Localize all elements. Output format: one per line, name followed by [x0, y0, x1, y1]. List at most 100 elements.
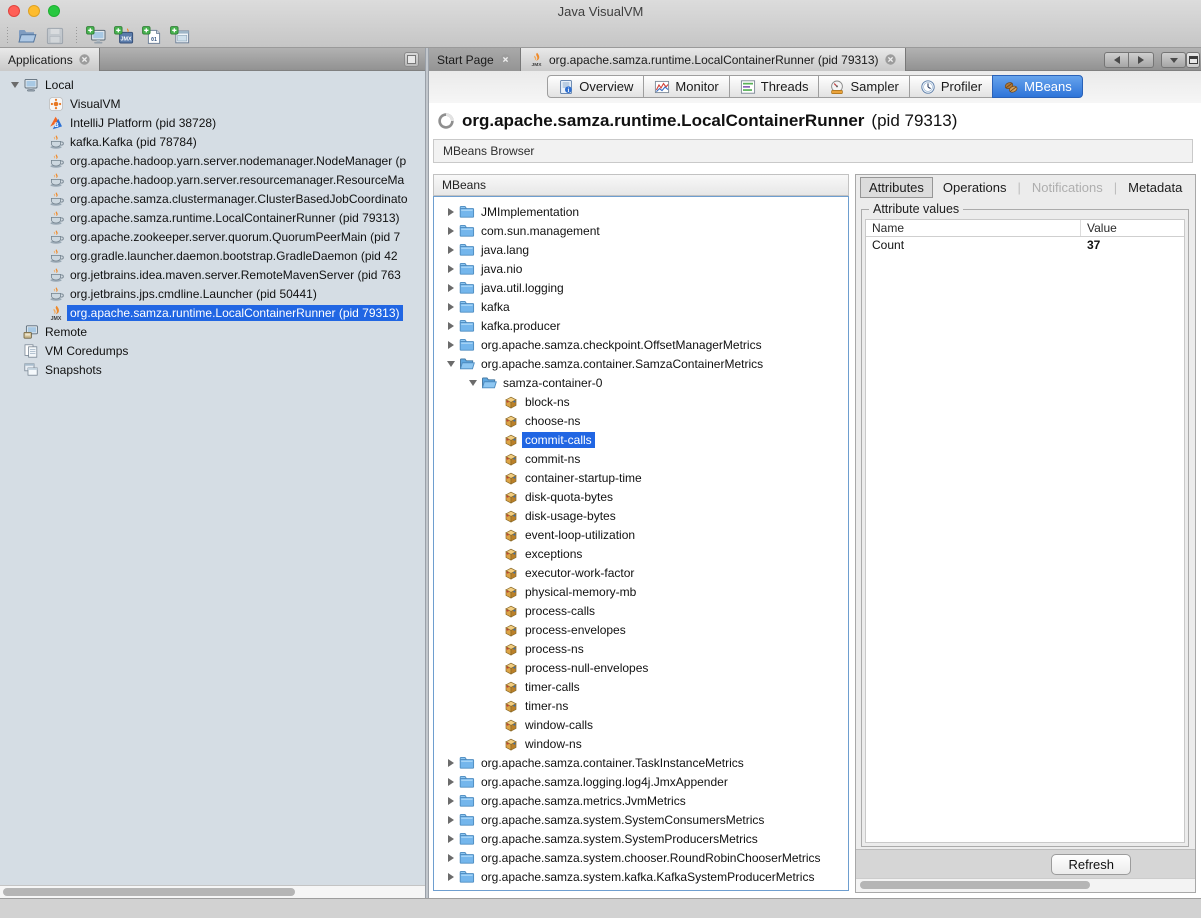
mbeans-tree-item[interactable]: container-startup-time [434, 468, 848, 487]
mbeans-tree-item[interactable]: window-ns [434, 734, 848, 753]
mbeans-tree-item[interactable]: physical-memory-mb [434, 582, 848, 601]
application-tree-item[interactable]: org.jetbrains.idea.maven.server.RemoteMa… [0, 265, 425, 284]
application-tree-item[interactable]: kafka.Kafka (pid 78784) [0, 132, 425, 151]
application-tree-item[interactable]: org.apache.samza.clustermanager.ClusterB… [0, 189, 425, 208]
mbeans-tree-item[interactable]: executor-work-factor [434, 563, 848, 582]
scrollbar-thumb[interactable] [3, 888, 295, 896]
tree-expander-icon[interactable] [442, 222, 459, 239]
tree-expander-icon[interactable] [442, 260, 459, 277]
application-tree-item[interactable]: Remote [0, 322, 425, 341]
tree-expander-icon[interactable] [6, 76, 23, 93]
tree-expander-icon[interactable] [442, 792, 459, 809]
add-snapshot-button[interactable] [166, 25, 194, 47]
mbeans-tree-item[interactable]: commit-ns [434, 449, 848, 468]
mbeans-tree-item[interactable]: timer-ns [434, 696, 848, 715]
application-tree-item[interactable]: org.apache.zookeeper.server.quorum.Quoru… [0, 227, 425, 246]
mbeans-tree-item[interactable]: process-null-envelopes [434, 658, 848, 677]
mbeans-tree-item[interactable]: process-envelopes [434, 620, 848, 639]
close-icon[interactable] [884, 53, 897, 66]
tree-expander-icon[interactable] [442, 298, 459, 315]
mbeans-tree-item[interactable]: disk-usage-bytes [434, 506, 848, 525]
details-horizontal-scrollbar[interactable] [856, 878, 1195, 892]
add-remote-host-button[interactable] [82, 25, 110, 47]
mbeans-tree-item[interactable]: kafka [434, 297, 848, 316]
details-tab-operations[interactable]: Operations [935, 178, 1015, 197]
tab-local-container-runner[interactable]: JMX org.apache.samza.runtime.LocalContai… [521, 48, 906, 71]
mbeans-tree-item[interactable]: org.apache.samza.system.SystemConsumersM… [434, 810, 848, 829]
view-tab-threads[interactable]: Threads [729, 75, 820, 98]
mbeans-tree-item[interactable]: org.apache.samza.container.TaskInstanceM… [434, 753, 848, 772]
save-button[interactable] [41, 25, 69, 47]
application-tree-item[interactable]: org.apache.hadoop.yarn.server.resourcema… [0, 170, 425, 189]
close-icon[interactable] [78, 53, 91, 66]
tree-expander-icon[interactable] [442, 241, 459, 258]
mbeans-tree-item[interactable]: disk-quota-bytes [434, 487, 848, 506]
mbeans-tree-item[interactable]: org.apache.samza.metrics.JvmMetrics [434, 791, 848, 810]
mbeans-tree-item[interactable]: window-calls [434, 715, 848, 734]
minimize-panel-button[interactable] [404, 52, 419, 67]
mbeans-tree-item[interactable]: org.apache.samza.container.SamzaContaine… [434, 354, 848, 373]
add-vm-coredump-button[interactable]: 01 [138, 25, 166, 47]
tree-expander-icon[interactable] [442, 868, 459, 885]
mbeans-tree-item[interactable]: commit-calls [434, 430, 848, 449]
tree-expander-icon[interactable] [442, 830, 459, 847]
tree-expander-icon[interactable] [442, 336, 459, 353]
load-snapshot-button[interactable] [13, 25, 41, 47]
mbeans-tree-item[interactable]: process-ns [434, 639, 848, 658]
mbeans-tree-item[interactable]: com.sun.management [434, 221, 848, 240]
view-tab-profiler[interactable]: Profiler [909, 75, 993, 98]
attribute-row[interactable]: Count37 [866, 237, 1184, 254]
mbeans-tree-item[interactable]: block-ns [434, 392, 848, 411]
mbeans-tree-item[interactable]: org.apache.samza.system.kafka.KafkaSyste… [434, 867, 848, 886]
add-jmx-connection-button[interactable]: JMX [110, 25, 138, 47]
application-tree-item[interactable]: JMXorg.apache.samza.runtime.LocalContain… [0, 303, 425, 322]
scroll-tabs-left-button[interactable] [1104, 52, 1129, 68]
tree-expander-icon[interactable] [442, 203, 459, 220]
details-tab-metadata[interactable]: Metadata [1120, 178, 1190, 197]
tree-expander-icon[interactable] [442, 355, 459, 372]
mbeans-tree-item[interactable]: event-loop-utilization [434, 525, 848, 544]
scrollbar-thumb[interactable] [860, 881, 1090, 889]
view-tab-sampler[interactable]: Sampler [818, 75, 909, 98]
mbeans-tree-item[interactable]: org.apache.samza.checkpoint.OffsetManage… [434, 335, 848, 354]
view-tab-mbeans[interactable]: MBeans [992, 75, 1083, 98]
mbeans-tree-item[interactable]: exceptions [434, 544, 848, 563]
maximize-view-button[interactable] [1186, 52, 1200, 68]
mbeans-tree-item[interactable]: samza-container-0 [434, 373, 848, 392]
tree-expander-icon[interactable] [442, 279, 459, 296]
mbeans-tree-item[interactable]: process-calls [434, 601, 848, 620]
mbeans-tree-item[interactable]: choose-ns [434, 411, 848, 430]
application-tree-item[interactable]: Snapshots [0, 360, 425, 379]
application-tree-item[interactable]: VM Coredumps [0, 341, 425, 360]
application-tree-item[interactable]: VisualVM [0, 94, 425, 113]
application-tree-item[interactable]: org.apache.hadoop.yarn.server.nodemanage… [0, 151, 425, 170]
tree-expander-icon[interactable] [442, 317, 459, 334]
application-tree-item[interactable]: BIntelliJ Platform (pid 38728) [0, 113, 425, 132]
mbeans-tree-item[interactable]: java.util.logging [434, 278, 848, 297]
mbeans-tree-item[interactable]: kafka.producer [434, 316, 848, 335]
view-tab-monitor[interactable]: Monitor [643, 75, 729, 98]
application-tree-item[interactable]: org.apache.samza.runtime.LocalContainerR… [0, 208, 425, 227]
mbeans-tree-item[interactable]: org.apache.samza.system.chooser.RoundRob… [434, 848, 848, 867]
mbeans-tree-item[interactable]: java.lang [434, 240, 848, 259]
tree-expander-icon[interactable] [464, 374, 481, 391]
scroll-tabs-right-button[interactable] [1129, 52, 1154, 68]
mbeans-tree-item[interactable]: timer-calls [434, 677, 848, 696]
applications-horizontal-scrollbar[interactable] [0, 885, 425, 898]
details-tab-attributes[interactable]: Attributes [860, 177, 933, 198]
application-tree-item[interactable]: org.gradle.launcher.daemon.bootstrap.Gra… [0, 246, 425, 265]
tab-start-page[interactable]: Start Page [428, 48, 521, 71]
tree-expander-icon[interactable] [442, 773, 459, 790]
view-tab-overview[interactable]: iOverview [547, 75, 644, 98]
mbeans-tree-item[interactable]: org.apache.samza.logging.log4j.JmxAppend… [434, 772, 848, 791]
mbeans-tree-item[interactable]: java.nio [434, 259, 848, 278]
tab-list-button[interactable] [1161, 52, 1186, 68]
refresh-button[interactable]: Refresh [1051, 854, 1131, 875]
close-icon[interactable] [499, 53, 512, 66]
application-tree-item[interactable]: Local [0, 75, 425, 94]
tab-applications[interactable]: Applications [0, 48, 100, 71]
tree-expander-icon[interactable] [442, 811, 459, 828]
tree-expander-icon[interactable] [442, 849, 459, 866]
application-tree-item[interactable]: org.jetbrains.jps.cmdline.Launcher (pid … [0, 284, 425, 303]
mbeans-tree-item[interactable]: JMImplementation [434, 202, 848, 221]
